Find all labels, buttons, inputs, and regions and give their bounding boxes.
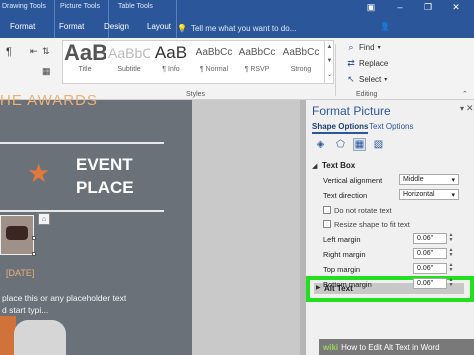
do-not-rotate-checkbox[interactable] bbox=[323, 206, 331, 214]
lightbulb-icon: 💡 bbox=[177, 23, 187, 33]
tell-me-box[interactable]: 💡 Tell me what you want to do... bbox=[177, 21, 347, 35]
bottom-margin-spinner-icon[interactable]: ▲ ▼ bbox=[447, 278, 455, 289]
minimize-icon[interactable]: – bbox=[392, 2, 408, 16]
style-subtitle[interactable]: AaBbC Subtitle bbox=[108, 40, 150, 80]
sort-icon[interactable]: ⇅ bbox=[42, 46, 50, 57]
body-text-line-1[interactable]: place this or any placeholder text bbox=[2, 293, 126, 303]
style-title[interactable]: AaBbCc Title bbox=[64, 40, 106, 80]
resize-handle[interactable] bbox=[32, 252, 36, 256]
gallery-scroll-icon[interactable]: ▲ ▼ ⌄ bbox=[324, 40, 334, 84]
resize-handle[interactable] bbox=[32, 236, 36, 240]
layout-properties-icon[interactable]: ▦ bbox=[353, 138, 366, 151]
text-box-section[interactable]: Text Box bbox=[322, 161, 355, 170]
bottom-margin-label: Bottom margin bbox=[323, 280, 372, 289]
tab-layout[interactable]: Layout bbox=[145, 22, 173, 31]
do-not-rotate-label: Do not rotate text bbox=[334, 206, 392, 215]
shading-icon[interactable]: ▦ bbox=[42, 66, 51, 77]
search-icon: ⌕ bbox=[348, 42, 354, 52]
vertical-alignment-label: Vertical alignment bbox=[323, 176, 383, 185]
styles-group-label: Styles bbox=[186, 91, 206, 98]
style-normal[interactable]: AaBbCc ¶ Normal bbox=[193, 40, 235, 80]
bottom-margin-input[interactable]: 0.06" bbox=[413, 278, 447, 289]
tab-format-picture[interactable]: Format bbox=[57, 22, 86, 31]
share-user-icon[interactable]: 👤 bbox=[380, 22, 390, 31]
top-margin-spinner-icon[interactable]: ▲ ▼ bbox=[447, 263, 455, 274]
divider-line bbox=[0, 142, 164, 144]
star-icon: ★ bbox=[27, 158, 51, 188]
close-icon[interactable]: ✕ bbox=[448, 2, 464, 16]
effects-icon[interactable]: ⬠ bbox=[334, 138, 347, 151]
indent-icon[interactable]: ⇤ bbox=[30, 46, 38, 57]
collapse-arrow-icon[interactable]: ◢ bbox=[312, 162, 317, 170]
context-label-table-tools: Table Tools bbox=[118, 3, 153, 10]
tell-me-text: Tell me what you want to do... bbox=[190, 23, 297, 33]
select-button[interactable]: ↖ Select ▾ bbox=[346, 74, 387, 85]
fill-line-icon[interactable]: ◈ bbox=[314, 138, 327, 151]
right-margin-label: Right margin bbox=[323, 250, 366, 259]
left-margin-spinner-icon[interactable]: ▲ ▼ bbox=[447, 233, 455, 244]
context-label-drawing-tools: Drawing Tools bbox=[2, 3, 46, 10]
expand-arrow-icon[interactable]: ▶ bbox=[316, 284, 321, 291]
resize-shape-label: Resize shape to fit text bbox=[334, 220, 410, 229]
left-margin-input[interactable]: 0.06" bbox=[413, 233, 447, 244]
picture-object bbox=[6, 226, 28, 240]
wikihow-watermark: wiki How to Edit Alt Text in Word bbox=[319, 339, 474, 355]
pane-title: Format Picture bbox=[312, 104, 391, 118]
watermark-caption: How to Edit Alt Text in Word bbox=[341, 342, 440, 352]
chevron-down-icon: ▾ bbox=[377, 45, 381, 51]
tab-format-drawing[interactable]: Format bbox=[8, 22, 37, 31]
vertical-alignment-select[interactable]: Middle ▾ bbox=[399, 174, 459, 185]
picture-icon[interactable]: ▧ bbox=[372, 138, 385, 151]
event-line-1[interactable]: EVENT bbox=[76, 155, 133, 175]
tab-text-options[interactable]: Text Options bbox=[369, 122, 413, 131]
collapse-ribbon-icon[interactable]: ⌃ bbox=[462, 90, 468, 98]
ribbon-display-options-icon[interactable]: ▣ bbox=[363, 2, 379, 16]
chevron-down-icon: ▾ bbox=[451, 176, 455, 184]
text-direction-label: Text direction bbox=[323, 191, 368, 200]
cursor-icon: ↖ bbox=[347, 74, 355, 84]
watermark-brand: wiki bbox=[323, 342, 339, 352]
top-margin-input[interactable]: 0.06" bbox=[413, 263, 447, 274]
replace-icon: ⇄ bbox=[347, 58, 355, 68]
pane-options-icon[interactable]: ▾ bbox=[460, 104, 464, 113]
date-placeholder[interactable]: [DATE] bbox=[6, 268, 34, 278]
left-margin-label: Left margin bbox=[323, 235, 361, 244]
decorative-pedestal bbox=[14, 320, 66, 355]
tab-design[interactable]: Design bbox=[102, 22, 131, 31]
text-direction-select[interactable]: Horizontal ▾ bbox=[399, 189, 459, 200]
pane-close-icon[interactable]: ✕ bbox=[466, 103, 474, 114]
layout-options-icon[interactable]: ⌂ bbox=[38, 213, 50, 225]
document-margin-area bbox=[192, 100, 305, 355]
tab-shape-options[interactable]: Shape Options bbox=[312, 122, 369, 134]
right-margin-spinner-icon[interactable]: ▲ ▼ bbox=[447, 248, 455, 259]
resize-shape-checkbox[interactable] bbox=[323, 220, 331, 228]
body-text-line-2[interactable]: d start typi... bbox=[2, 305, 48, 315]
event-line-2[interactable]: PLACE bbox=[76, 178, 134, 198]
style-strong[interactable]: AaBbCc Strong bbox=[280, 40, 322, 80]
style-info[interactable]: AaB ¶ Info bbox=[150, 40, 192, 80]
divider-line bbox=[0, 210, 164, 212]
style-rsvp[interactable]: AaBbCc ¶ RSVP bbox=[236, 40, 278, 80]
restore-icon[interactable]: ❐ bbox=[420, 2, 436, 16]
find-button[interactable]: ⌕ Find ▾ bbox=[346, 42, 381, 53]
replace-button[interactable]: ⇄ Replace bbox=[346, 58, 388, 69]
chevron-down-icon: ▾ bbox=[384, 77, 388, 83]
context-divider bbox=[54, 0, 55, 38]
context-divider bbox=[108, 0, 109, 38]
awards-heading[interactable]: HE AWARDS bbox=[0, 92, 98, 109]
right-margin-input[interactable]: 0.06" bbox=[413, 248, 447, 259]
top-margin-label: Top margin bbox=[323, 265, 361, 274]
paragraph-mark-icon[interactable]: ¶ bbox=[6, 46, 12, 58]
context-label-picture-tools: Picture Tools bbox=[60, 3, 100, 10]
editing-group-label: Editing bbox=[356, 91, 378, 98]
chevron-down-icon: ▾ bbox=[451, 191, 455, 199]
group-divider bbox=[335, 44, 336, 96]
